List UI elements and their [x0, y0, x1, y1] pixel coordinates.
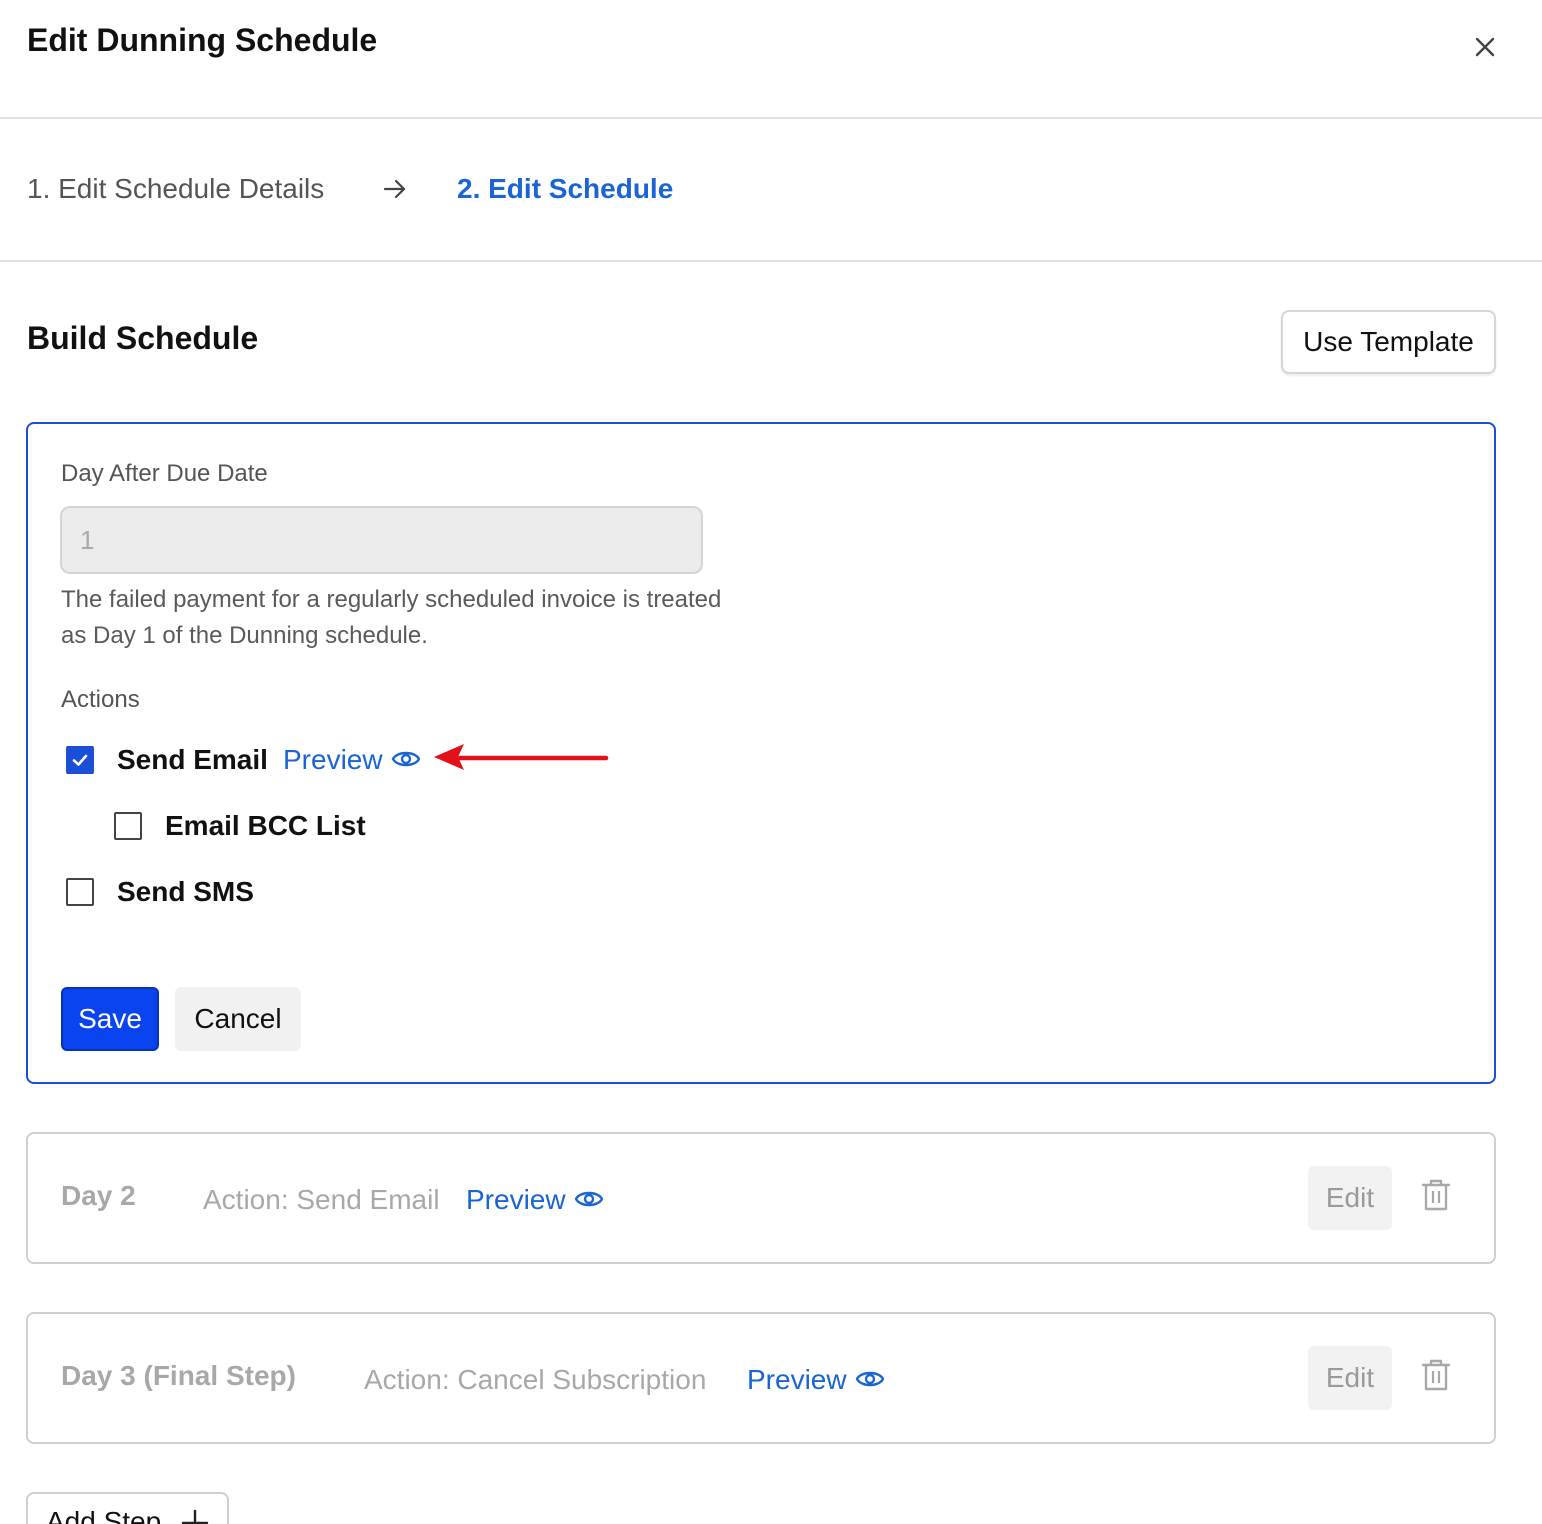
cancel-button[interactable]: Cancel [175, 987, 301, 1051]
eye-icon [391, 751, 420, 767]
eye-icon [855, 1371, 884, 1387]
dialog-header: Edit Dunning Schedule [0, 0, 1542, 119]
close-icon[interactable] [1468, 30, 1502, 64]
checkmark-icon [72, 754, 88, 766]
dialog-title: Edit Dunning Schedule [27, 22, 378, 58]
edit-dunning-schedule-dialog: Edit Dunning Schedule 1. Edit Schedule D… [0, 0, 1542, 1524]
preview-label: Preview [466, 1184, 566, 1215]
step-preview-link[interactable]: Preview [466, 1184, 604, 1216]
use-template-button[interactable]: Use Template [1281, 310, 1496, 374]
step-edit-schedule-details[interactable]: 1. Edit Schedule Details [27, 173, 324, 205]
build-schedule-heading: Build Schedule [27, 320, 259, 356]
active-step-card: Day After Due Date The failed payment fo… [26, 422, 1496, 1084]
step-action-text: Action: Cancel Subscription [364, 1364, 707, 1395]
day-after-due-date-label: Day After Due Date [61, 460, 268, 487]
trash-icon[interactable] [1420, 1178, 1452, 1212]
email-bcc-list-label: Email BCC List [165, 810, 366, 841]
eye-icon [574, 1191, 603, 1207]
arrow-right-icon [383, 179, 406, 199]
schedule-step-card: Day 3 (Final Step) Action: Cancel Subscr… [26, 1312, 1496, 1444]
plus-icon [181, 1509, 209, 1524]
annotation-arrow-icon [434, 744, 609, 770]
send-email-label: Send Email [117, 744, 268, 775]
send-sms-label: Send SMS [117, 876, 254, 907]
day-help-text: The failed payment for a regularly sched… [61, 586, 722, 649]
preview-label: Preview [283, 744, 383, 775]
step-edit-button[interactable]: Edit [1308, 1166, 1392, 1230]
add-step-button[interactable]: Add Step [26, 1492, 229, 1524]
trash-icon[interactable] [1420, 1358, 1452, 1392]
send-email-preview-link[interactable]: Preview [283, 744, 421, 776]
save-button[interactable]: Save [61, 987, 159, 1051]
send-email-checkbox[interactable] [66, 746, 94, 774]
step-edit-schedule[interactable]: 2. Edit Schedule [457, 173, 673, 205]
step-day-label: Day 2 [61, 1180, 136, 1211]
step-preview-link[interactable]: Preview [747, 1364, 885, 1396]
step-edit-button[interactable]: Edit [1308, 1346, 1392, 1410]
step-action-text: Action: Send Email [203, 1184, 440, 1215]
actions-label: Actions [61, 686, 140, 713]
preview-label: Preview [747, 1364, 847, 1395]
send-sms-checkbox[interactable] [66, 878, 94, 906]
day-after-due-date-input[interactable] [60, 506, 703, 574]
step-day-label: Day 3 (Final Step) [61, 1360, 296, 1391]
email-bcc-list-checkbox[interactable] [114, 812, 142, 840]
schedule-step-card: Day 2 Action: Send Email Preview Edit [26, 1132, 1496, 1264]
add-step-label: Add Step [46, 1506, 162, 1524]
stepper: 1. Edit Schedule Details 2. Edit Schedul… [0, 119, 1542, 262]
